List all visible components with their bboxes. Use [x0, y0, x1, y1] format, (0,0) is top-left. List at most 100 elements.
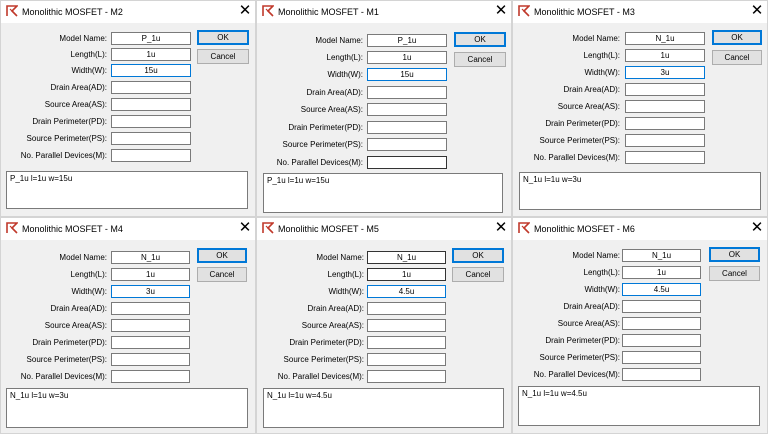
width-field[interactable]: 3u — [111, 285, 190, 298]
length-label: Length(L): — [583, 51, 620, 60]
close-button[interactable]: ✕ — [747, 1, 767, 22]
length-field[interactable]: 1u — [111, 48, 191, 61]
drain-perimeter-label: Drain Perimeter(PD): — [289, 338, 364, 347]
dialog-title: Monolithic MOSFET - M4 — [22, 224, 123, 234]
ok-button[interactable]: OK — [197, 30, 249, 45]
drain-area-label: Drain Area(AD): — [50, 304, 107, 313]
close-button[interactable]: ✕ — [235, 218, 255, 239]
parallel-devices-field[interactable] — [367, 370, 446, 383]
parallel-devices-label: No. Parallel Devices(M): — [277, 372, 364, 381]
model-summary-box[interactable]: N_1u l=1u w=3u — [519, 172, 761, 210]
drain-perimeter-field[interactable] — [625, 117, 705, 130]
close-button[interactable]: ✕ — [491, 218, 511, 239]
source-area-label: Source Area(AS): — [300, 105, 363, 114]
drain-perimeter-label: Drain Perimeter(PD): — [545, 119, 620, 128]
source-perimeter-field[interactable] — [111, 353, 190, 366]
close-button[interactable]: ✕ — [747, 218, 767, 239]
close-button[interactable]: ✕ — [491, 1, 511, 22]
model-summary-box[interactable]: N_1u l=1u w=4.5u — [263, 388, 504, 428]
drain-area-label: Drain Area(AD): — [563, 85, 620, 94]
source-perimeter-label: Source Perimeter(PS): — [539, 136, 620, 145]
drain-perimeter-field[interactable] — [622, 334, 701, 347]
parallel-devices-field[interactable] — [367, 156, 447, 169]
model-summary-box[interactable]: P_1u l=1u w=15u — [6, 171, 248, 209]
parallel-devices-label: No. Parallel Devices(M): — [20, 151, 107, 160]
cancel-button[interactable]: Cancel — [709, 266, 760, 281]
titlebar[interactable]: Monolithic MOSFET - M6 ✕ — [513, 218, 767, 240]
source-area-field[interactable] — [367, 103, 447, 116]
drain-area-field[interactable] — [622, 300, 701, 313]
ok-button[interactable]: OK — [452, 248, 504, 263]
mosfet-app-icon — [518, 5, 530, 17]
width-field[interactable]: 15u — [111, 64, 191, 77]
drain-perimeter-field[interactable] — [111, 336, 190, 349]
source-area-field[interactable] — [367, 319, 446, 332]
ok-button[interactable]: OK — [197, 248, 247, 263]
width-label: Width(W): — [71, 287, 107, 296]
dialog-title: Monolithic MOSFET - M3 — [534, 7, 635, 17]
titlebar[interactable]: Monolithic MOSFET - M4 ✕ — [1, 218, 255, 240]
length-field[interactable]: 1u — [622, 266, 701, 279]
titlebar[interactable]: Monolithic MOSFET - M2 ✕ — [1, 1, 255, 23]
source-area-label: Source Area(AS): — [44, 321, 107, 330]
width-field[interactable]: 3u — [625, 66, 705, 79]
drain-perimeter-field[interactable] — [367, 336, 446, 349]
cancel-button[interactable]: Cancel — [454, 52, 506, 67]
source-perimeter-field[interactable] — [622, 351, 701, 364]
titlebar[interactable]: Monolithic MOSFET - M1 ✕ — [257, 1, 511, 23]
dialog-m3: Monolithic MOSFET - M3 ✕ Model Name: N_1… — [512, 0, 768, 217]
parallel-devices-field[interactable] — [111, 149, 191, 162]
ok-button[interactable]: OK — [709, 247, 760, 262]
source-perimeter-label: Source Perimeter(PS): — [26, 134, 107, 143]
drain-perimeter-label: Drain Perimeter(PD): — [32, 117, 107, 126]
drain-area-field[interactable] — [111, 81, 191, 94]
parallel-devices-field[interactable] — [622, 368, 701, 381]
source-perimeter-label: Source Perimeter(PS): — [282, 140, 363, 149]
width-field[interactable]: 4.5u — [367, 285, 446, 298]
drain-perimeter-field[interactable] — [367, 121, 447, 134]
ok-button[interactable]: OK — [712, 30, 762, 45]
source-perimeter-field[interactable] — [111, 132, 191, 145]
drain-area-field[interactable] — [367, 302, 446, 315]
close-button[interactable]: ✕ — [235, 1, 255, 22]
source-area-label: Source Area(AS): — [301, 321, 364, 330]
titlebar[interactable]: Monolithic MOSFET - M3 ✕ — [513, 1, 767, 23]
source-perimeter-label: Source Perimeter(PS): — [26, 355, 107, 364]
mosfet-app-icon — [518, 222, 530, 234]
ok-button[interactable]: OK — [454, 32, 506, 47]
length-field[interactable]: 1u — [625, 49, 705, 62]
source-area-field[interactable] — [622, 317, 701, 330]
model-name-field[interactable]: N_1u — [625, 32, 705, 45]
length-field[interactable]: 1u — [111, 268, 190, 281]
model-name-field[interactable]: N_1u — [111, 251, 190, 264]
width-field[interactable]: 15u — [367, 68, 447, 81]
cancel-button[interactable]: Cancel — [452, 267, 504, 282]
model-name-field[interactable]: N_1u — [622, 249, 701, 262]
source-area-field[interactable] — [625, 100, 705, 113]
cancel-button[interactable]: Cancel — [197, 49, 249, 64]
model-name-field[interactable]: P_1u — [111, 32, 191, 45]
cancel-button[interactable]: Cancel — [712, 50, 762, 65]
length-field[interactable]: 1u — [367, 51, 447, 64]
parallel-devices-field[interactable] — [625, 151, 705, 164]
width-field[interactable]: 4.5u — [622, 283, 701, 296]
drain-perimeter-field[interactable] — [111, 115, 191, 128]
model-summary-box[interactable]: N_1u l=1u w=3u — [6, 388, 248, 428]
drain-area-field[interactable] — [367, 86, 447, 99]
source-area-field[interactable] — [111, 98, 191, 111]
source-perimeter-field[interactable] — [367, 138, 447, 151]
model-summary-box[interactable]: P_1u l=1u w=15u — [263, 173, 503, 213]
source-perimeter-field[interactable] — [625, 134, 705, 147]
drain-area-field[interactable] — [111, 302, 190, 315]
cancel-button[interactable]: Cancel — [197, 267, 247, 282]
model-name-field[interactable]: P_1u — [367, 34, 447, 47]
drain-perimeter-label: Drain Perimeter(PD): — [545, 336, 620, 345]
source-perimeter-field[interactable] — [367, 353, 446, 366]
parallel-devices-field[interactable] — [111, 370, 190, 383]
source-area-field[interactable] — [111, 319, 190, 332]
length-field[interactable]: 1u — [367, 268, 446, 281]
model-summary-box[interactable]: N_1u l=1u w=4.5u — [518, 386, 760, 426]
drain-area-field[interactable] — [625, 83, 705, 96]
model-name-field[interactable]: N_1u — [367, 251, 446, 264]
titlebar[interactable]: Monolithic MOSFET - M5 ✕ — [257, 218, 511, 240]
